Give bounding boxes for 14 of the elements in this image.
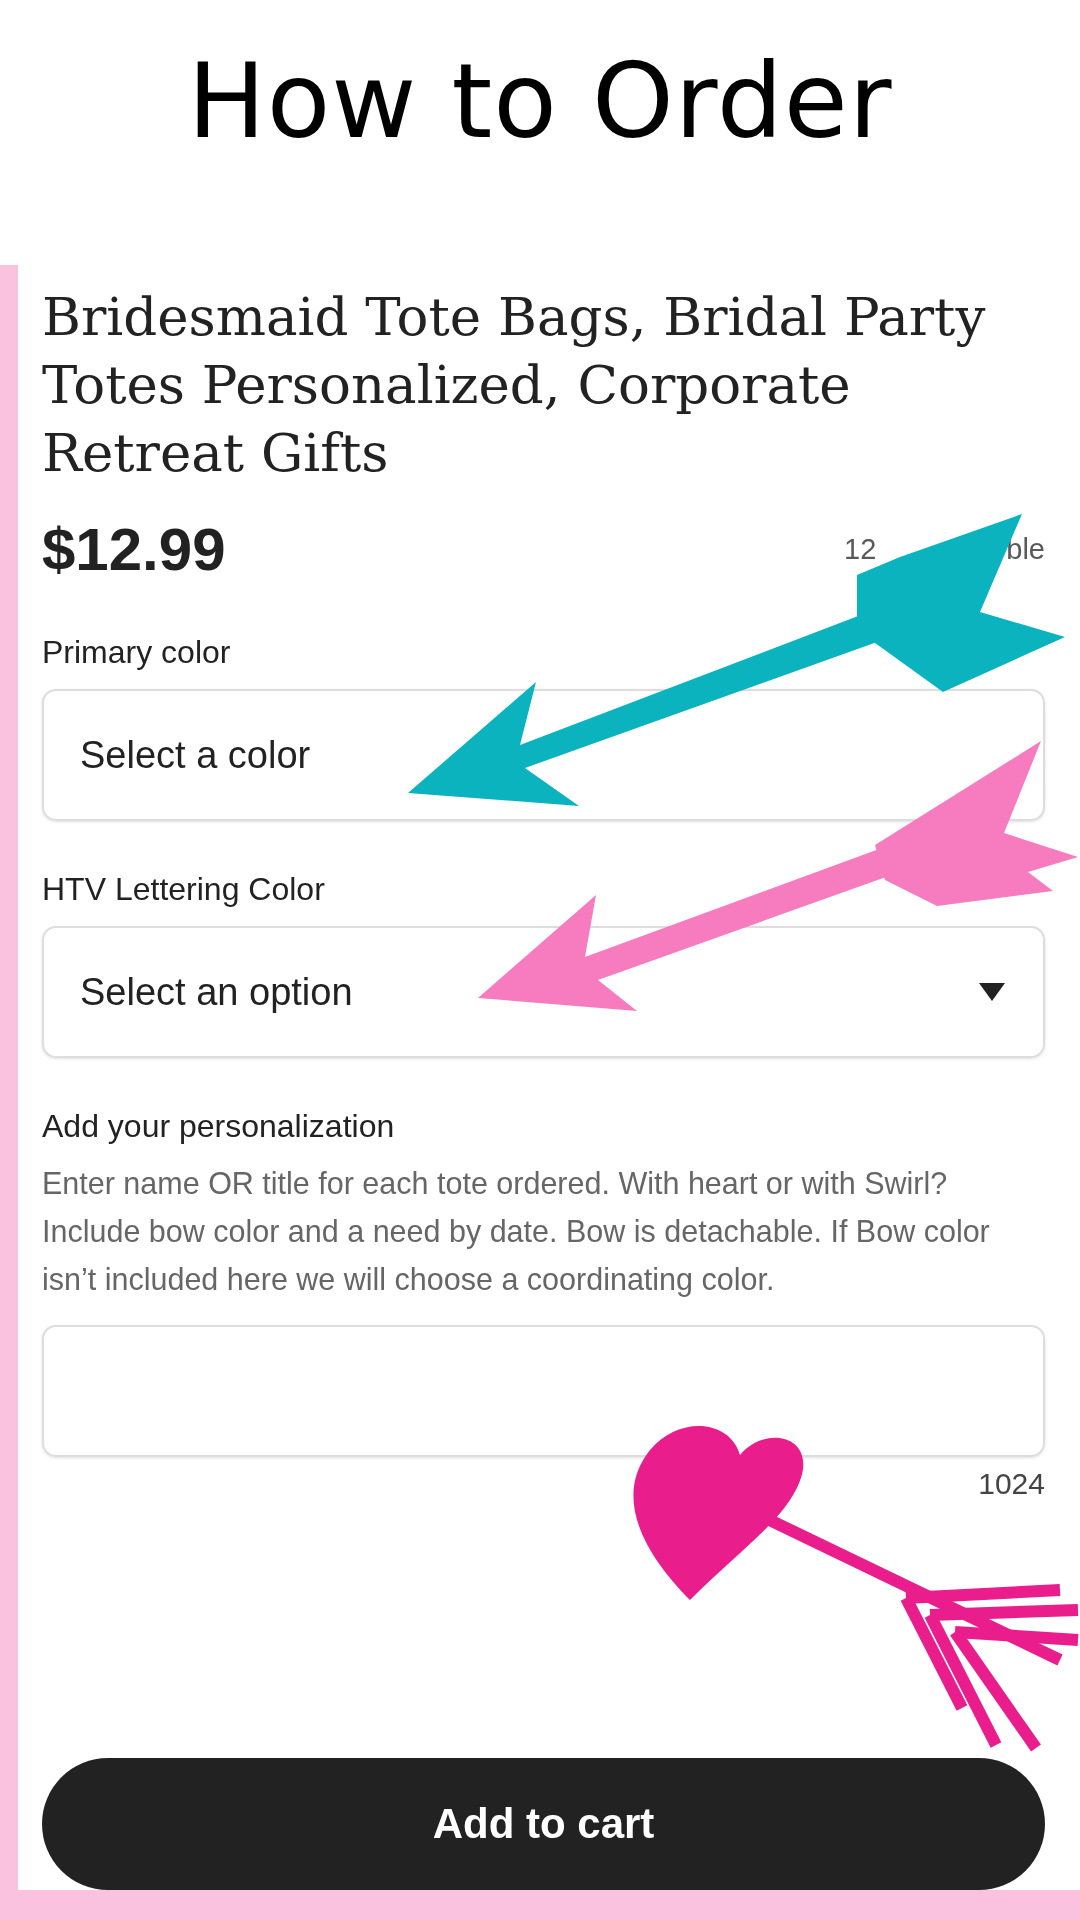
stock-text: ble	[1006, 533, 1045, 566]
field-label: Primary color	[42, 634, 232, 671]
field-label: HTV Lettering Color	[42, 871, 326, 908]
product-title: Bridesmaid Tote Bags, Bridal Party Totes Personalized, Corporate Retreat Gifts	[42, 285, 987, 485]
personalization-field[interactable]	[42, 1325, 1045, 1457]
stock-text: 12	[844, 533, 877, 566]
price: $12.99	[42, 515, 226, 584]
add-to-cart-button[interactable]: Add to cart	[42, 1758, 1045, 1890]
character-counter: 1024	[978, 1467, 1045, 1501]
field-label: Add your personalization	[42, 1108, 396, 1145]
instructions-text: Enter name OR title for each tote ordered. With heart or with Swirl? Include bow color and a need by date. Bow is detachable. If Bow color isn’t included here we will choose a coordinating color.	[42, 1165, 991, 1299]
caret-icon	[979, 983, 1005, 1001]
page-title: How to Order	[187, 40, 893, 162]
select-field[interactable]: Select an option	[42, 926, 1045, 1058]
